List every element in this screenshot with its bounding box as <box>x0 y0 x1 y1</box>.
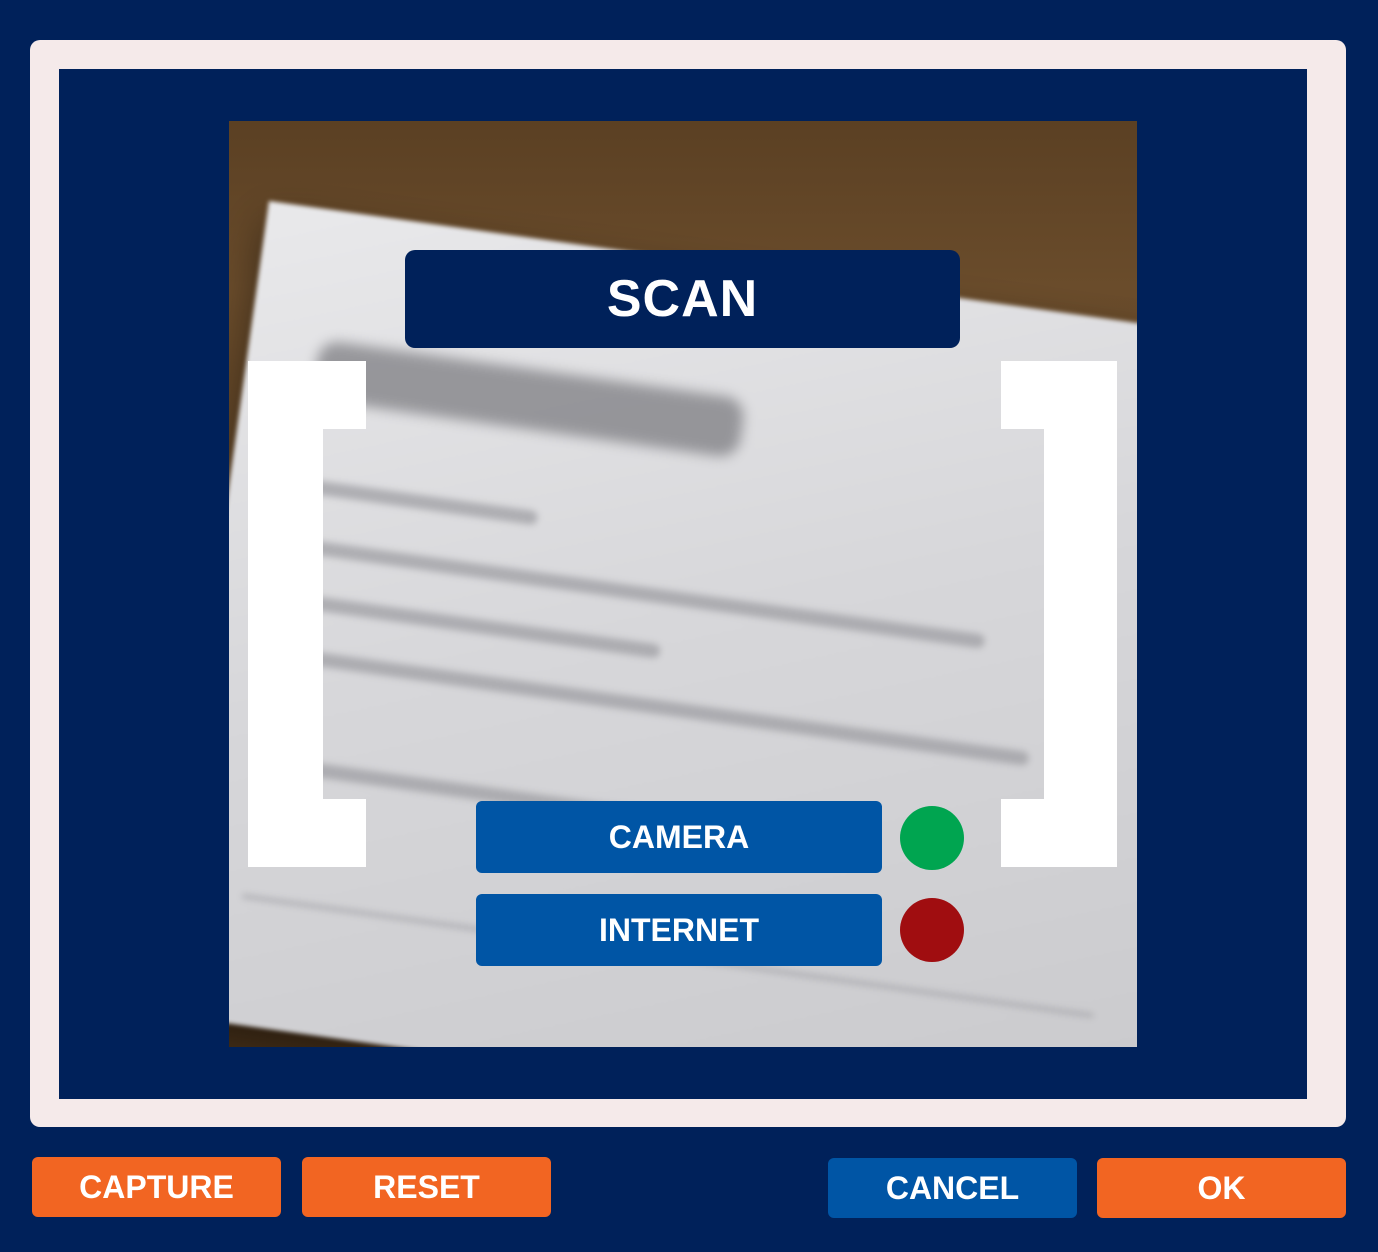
document-text-line <box>282 591 662 659</box>
reset-button[interactable]: RESET <box>302 1157 551 1217</box>
document-text-line <box>298 478 539 526</box>
camera-status-dot-icon <box>900 806 964 870</box>
document-heading-blur <box>311 339 747 459</box>
document-text-line <box>275 646 1030 767</box>
cancel-button[interactable]: CANCEL <box>828 1158 1077 1218</box>
scan-title: SCAN <box>405 250 960 348</box>
internet-status-dot-icon <box>900 898 964 962</box>
camera-source-button[interactable]: CAMERA <box>476 801 882 873</box>
document-text-line <box>290 537 986 649</box>
ok-button[interactable]: OK <box>1097 1158 1346 1218</box>
capture-button[interactable]: CAPTURE <box>32 1157 281 1217</box>
internet-source-button[interactable]: INTERNET <box>476 894 882 966</box>
